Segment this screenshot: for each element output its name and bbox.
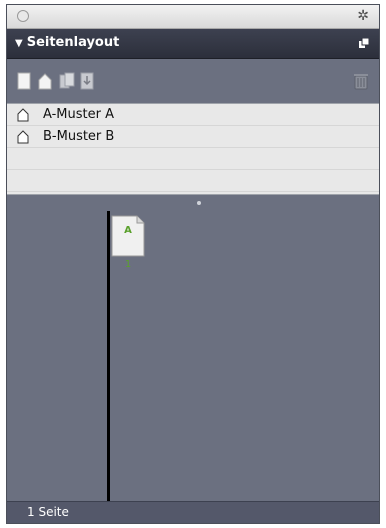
document-pages-area[interactable]: A 1 (7, 195, 379, 505)
list-item[interactable]: B-Muster B (7, 126, 379, 148)
panel-menu-icon[interactable] (359, 38, 369, 48)
trash-icon[interactable] (353, 72, 369, 90)
duplicate-spread-icon[interactable] (59, 72, 75, 90)
pages-panel: ✲ ▼ Seitenlayout A-Muster A B-Muster B A… (6, 4, 380, 524)
spread-spine (107, 211, 110, 505)
master-label: A-Muster A (43, 107, 114, 122)
close-circle-icon[interactable] (17, 10, 29, 22)
master-page-icon (17, 108, 29, 122)
panel-title[interactable]: ▼ Seitenlayout (15, 35, 119, 50)
gear-icon[interactable]: ✲ (357, 8, 369, 24)
panel-titlebar: ✲ (7, 5, 379, 29)
empty-row (7, 148, 379, 170)
panel-title-label: Seitenlayout (26, 35, 120, 50)
page-master-letter: A (124, 225, 132, 236)
page-thumbnail[interactable] (111, 215, 145, 257)
master-pages-list: A-Muster A B-Muster B (7, 103, 379, 195)
new-master-icon[interactable] (37, 72, 53, 90)
splitter-handle[interactable] (197, 201, 201, 205)
master-page-icon (17, 130, 29, 144)
page-number: 1 (124, 259, 132, 270)
new-page-icon[interactable] (17, 72, 33, 90)
empty-row (7, 170, 379, 192)
panel-toolbar (7, 59, 379, 103)
disclosure-triangle-icon[interactable]: ▼ (15, 38, 23, 49)
list-item[interactable]: A-Muster A (7, 104, 379, 126)
panel-statusbar: 1 Seite (7, 501, 379, 523)
insert-page-icon[interactable] (79, 72, 95, 90)
master-label: B-Muster B (43, 129, 115, 144)
panel-tab[interactable]: ▼ Seitenlayout (7, 29, 379, 59)
page-count-label: 1 Seite (27, 505, 69, 519)
